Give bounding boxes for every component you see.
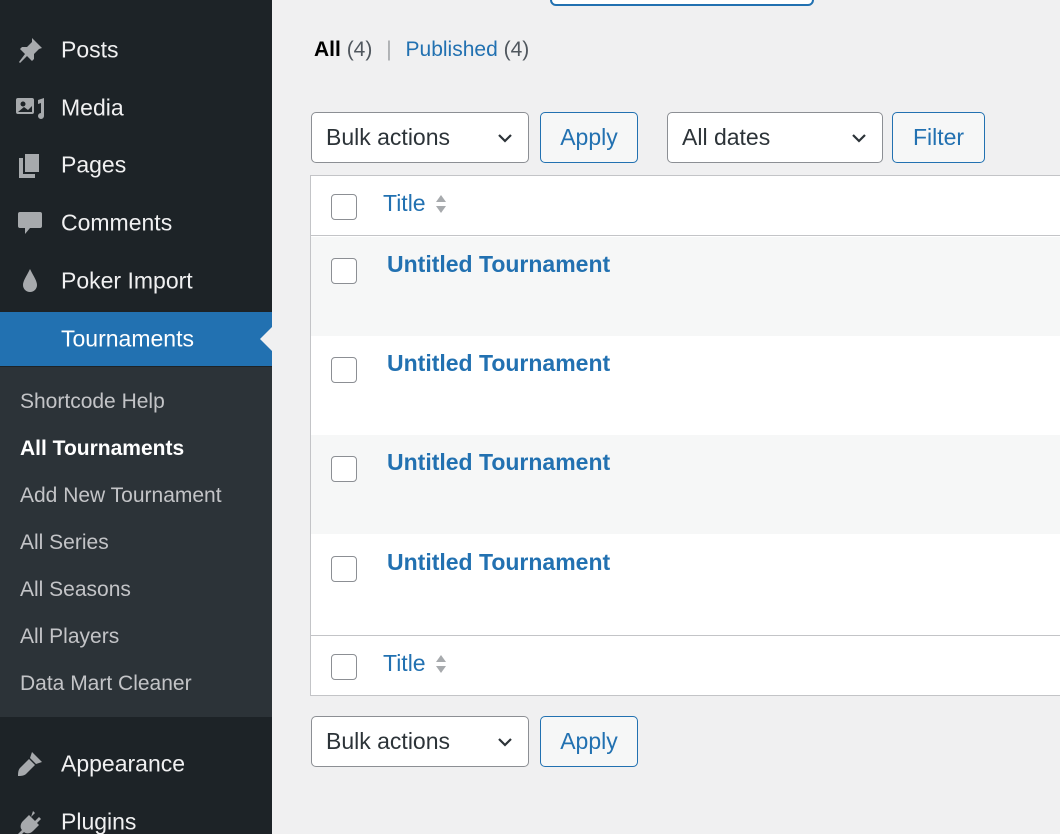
submenu-item-data-mart-cleaner[interactable]: Data Mart Cleaner [20, 672, 192, 696]
row-title-link[interactable]: Untitled Tournament [387, 549, 610, 576]
apply-button-bottom[interactable]: Apply [540, 716, 638, 767]
table-row: Untitled Tournament [311, 435, 1060, 534]
table-footer: Title [311, 635, 1060, 695]
select-all-checkbox-footer[interactable] [331, 654, 357, 680]
submenu-item-all-series[interactable]: All Series [20, 531, 109, 555]
drop-icon [14, 265, 46, 297]
table-row: Untitled Tournament [311, 237, 1060, 336]
row-title-link[interactable]: Untitled Tournament [387, 350, 610, 377]
sidebar-item-label: Pages [61, 151, 127, 178]
pin-icon [14, 34, 46, 66]
sidebar-item-label: Comments [61, 209, 173, 236]
column-title-sort-footer[interactable]: Title [383, 650, 448, 677]
sidebar-item-label: Plugins [61, 808, 137, 834]
plug-icon [14, 806, 46, 834]
table-row: Untitled Tournament [311, 336, 1060, 435]
sort-icon [435, 654, 446, 673]
chevron-down-icon [498, 133, 512, 143]
sidebar-item-comments[interactable]: Comments [0, 196, 272, 250]
admin-sidebar: Posts Media Pages Comments Poker Import … [0, 0, 272, 834]
row-checkbox[interactable] [331, 456, 357, 482]
column-title-sort[interactable]: Title [383, 190, 448, 217]
sidebar-item-tournaments[interactable]: Tournaments [0, 312, 272, 366]
search-input[interactable] [550, 0, 814, 6]
chevron-down-icon [852, 133, 866, 143]
row-checkbox[interactable] [331, 258, 357, 284]
sidebar-item-media[interactable]: Media [0, 81, 272, 135]
posts-table: Title Untitled Tournament Untitled Tourn… [310, 175, 1060, 696]
sidebar-item-poker-import[interactable]: Poker Import [0, 254, 272, 308]
filter-button[interactable]: Filter [892, 112, 985, 163]
sidebar-item-plugins[interactable]: Plugins [0, 795, 272, 834]
row-checkbox[interactable] [331, 556, 357, 582]
table-header: Title [311, 176, 1060, 236]
view-separator: | [386, 38, 392, 61]
view-filters: All (4) | Published (4) [314, 38, 529, 62]
bulk-actions-select-bottom[interactable]: Bulk actions [311, 716, 529, 767]
bulk-actions-select-top[interactable]: Bulk actions [311, 112, 529, 163]
row-title-link[interactable]: Untitled Tournament [387, 449, 610, 476]
view-published-link[interactable]: Published [406, 38, 498, 61]
select-all-checkbox[interactable] [331, 194, 357, 220]
submenu-item-all-players[interactable]: All Players [20, 625, 119, 649]
column-title-label: Title [383, 190, 426, 216]
sidebar-item-appearance[interactable]: Appearance [0, 737, 272, 791]
dates-select[interactable]: All dates [667, 112, 883, 163]
submenu-item-shortcode-help[interactable]: Shortcode Help [20, 390, 165, 414]
sidebar-item-label: Media [61, 94, 124, 121]
sidebar-item-label: Appearance [61, 750, 186, 777]
comment-icon [14, 207, 46, 239]
submenu-item-all-seasons[interactable]: All Seasons [20, 578, 131, 602]
column-title-label: Title [383, 650, 426, 676]
table-row: Untitled Tournament [311, 535, 1060, 634]
sidebar-item-label: Posts [61, 36, 119, 63]
brush-icon [14, 748, 46, 780]
view-all-count: (4) [346, 38, 373, 61]
sidebar-item-label: Poker Import [61, 267, 193, 294]
view-all-link[interactable]: All [314, 38, 341, 61]
bulk-actions-label: Bulk actions [326, 728, 451, 754]
sidebar-item-posts[interactable]: Posts [0, 23, 272, 77]
pages-icon [14, 149, 46, 181]
media-icon [14, 92, 46, 124]
sidebar-item-pages[interactable]: Pages [0, 138, 272, 192]
apply-button-top[interactable]: Apply [540, 112, 638, 163]
row-checkbox[interactable] [331, 357, 357, 383]
tournaments-submenu: Shortcode Help All Tournaments Add New T… [0, 367, 272, 717]
view-published-count: (4) [503, 38, 530, 61]
submenu-item-add-new-tournament[interactable]: Add New Tournament [20, 484, 222, 508]
chevron-down-icon [498, 737, 512, 747]
dates-label: All dates [682, 124, 771, 150]
submenu-item-all-tournaments[interactable]: All Tournaments [20, 437, 184, 461]
sidebar-item-label: Tournaments [61, 325, 194, 352]
bulk-actions-label: Bulk actions [326, 124, 451, 150]
sort-icon [435, 194, 446, 213]
row-title-link[interactable]: Untitled Tournament [387, 251, 610, 278]
